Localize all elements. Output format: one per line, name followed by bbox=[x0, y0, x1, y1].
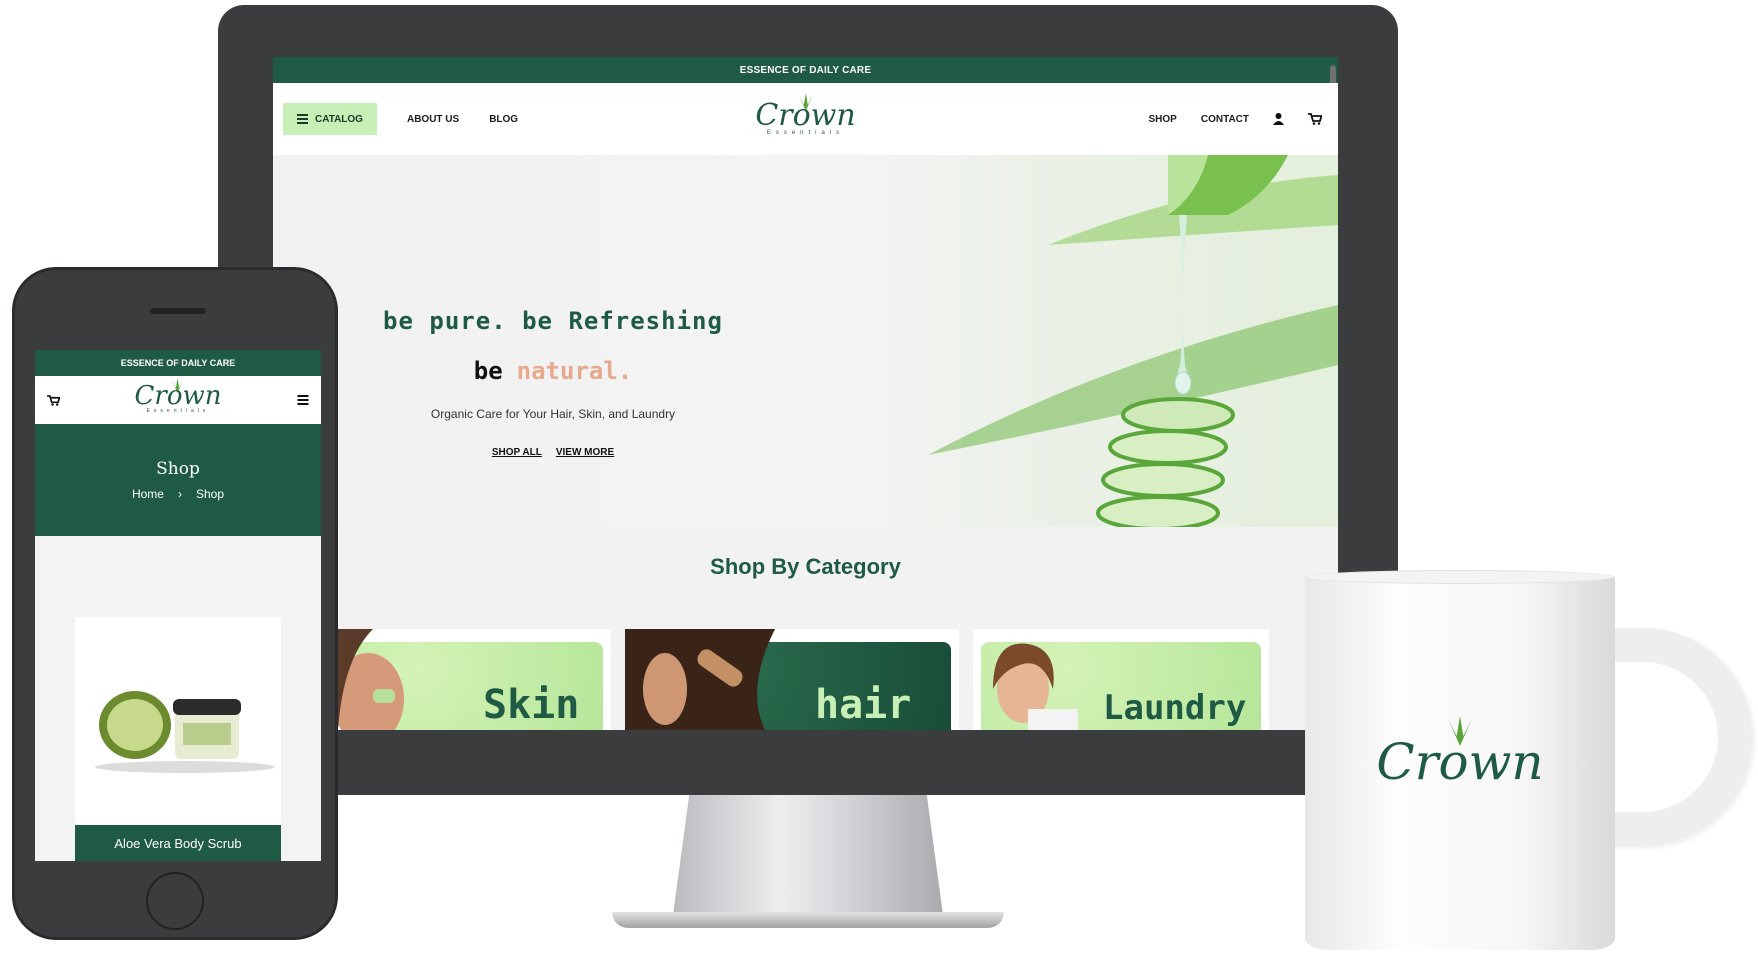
hero-headline-1: be pure. be Refreshing bbox=[383, 307, 723, 335]
hero-text: be pure. be Refreshing be natural. Organi… bbox=[368, 307, 738, 458]
monitor-base bbox=[612, 912, 1004, 928]
view-more-button[interactable]: VIEW MORE bbox=[556, 447, 614, 458]
hero-headline-2: be natural. bbox=[368, 357, 738, 385]
announcement-bar: ESSENCE OF DAILY CARE bbox=[273, 57, 1338, 83]
breadcrumb-home[interactable]: Home bbox=[132, 487, 164, 501]
hero-natural: natural. bbox=[516, 357, 633, 385]
category-card-skin[interactable]: Skin bbox=[333, 629, 611, 730]
mobile-announcement-bar: ESSENCE OF DAILY CARE bbox=[35, 350, 321, 376]
phone-frame: ESSENCE OF DAILY CARE Crown Essentials S… bbox=[12, 267, 338, 940]
hero-subtitle: Organic Care for Your Hair, Skin, and La… bbox=[430, 407, 676, 421]
mug-logo: Crown bbox=[1305, 716, 1615, 790]
phone-home-button bbox=[146, 872, 204, 930]
mobile-logo-tagline: Essentials bbox=[146, 408, 210, 414]
phone-speaker bbox=[150, 308, 206, 314]
nav-about-us[interactable]: ABOUT US bbox=[407, 114, 459, 125]
logo-word: Crown bbox=[755, 98, 856, 133]
hero-buttons: SHOP ALL VIEW MORE bbox=[368, 447, 738, 458]
nav-blog[interactable]: BLOG bbox=[489, 114, 518, 125]
monitor-frame: ESSENCE OF DAILY CARE CATALOG ABOUT US B… bbox=[218, 5, 1398, 795]
nav-right: SHOP CONTACT bbox=[1149, 83, 1322, 155]
mug-handle bbox=[1600, 628, 1752, 846]
category-label-hair: hair bbox=[815, 682, 912, 728]
nav-shop[interactable]: SHOP bbox=[1149, 114, 1177, 125]
category-label-laundry: Laundry bbox=[1103, 688, 1247, 728]
site-logo[interactable]: Crown Essentials bbox=[755, 93, 856, 136]
mobile-logo-word: Crown bbox=[134, 381, 222, 411]
page-title-band: Shop Home › Shop bbox=[35, 424, 321, 536]
user-icon[interactable] bbox=[1273, 113, 1284, 125]
nav-contact[interactable]: CONTACT bbox=[1201, 114, 1249, 125]
category-card-laundry[interactable]: Laundry bbox=[973, 629, 1269, 730]
logo-tagline: Essentials bbox=[766, 130, 845, 136]
hero-banner: be pure. be Refreshing be natural. Organi… bbox=[273, 155, 1338, 527]
category-row: Skin hair Laundry bbox=[273, 629, 1338, 730]
main-nav: CATALOG ABOUT US BLOG Crown Essentials S… bbox=[273, 83, 1338, 155]
mobile-logo[interactable]: Crown Essentials bbox=[134, 378, 222, 414]
menu-icon bbox=[297, 114, 308, 124]
cart-icon[interactable] bbox=[1308, 113, 1322, 125]
mobile-header: Crown Essentials bbox=[35, 376, 321, 424]
product-card[interactable]: Aloe Vera Body Scrub bbox=[75, 617, 281, 861]
product-jars-image bbox=[95, 691, 275, 773]
mug: Crown bbox=[1305, 570, 1615, 950]
aloe-vera-image bbox=[928, 155, 1338, 527]
woman-face-image bbox=[333, 629, 404, 730]
section-title: Shop By Category bbox=[710, 554, 901, 579]
mug-rim bbox=[1305, 570, 1615, 584]
category-card-hair[interactable]: hair bbox=[625, 629, 959, 730]
hero-be: be bbox=[473, 357, 503, 385]
woman-hair-image bbox=[625, 629, 775, 730]
breadcrumb: Home › Shop bbox=[132, 487, 224, 501]
mobile-screen: ESSENCE OF DAILY CARE Crown Essentials S… bbox=[35, 350, 321, 861]
page-title: Shop bbox=[156, 459, 200, 479]
monitor-stand bbox=[673, 795, 943, 915]
breadcrumb-separator: › bbox=[177, 487, 182, 501]
breadcrumb-current: Shop bbox=[195, 487, 225, 501]
catalog-label: CATALOG bbox=[315, 113, 363, 125]
hamburger-menu-icon[interactable] bbox=[297, 395, 309, 405]
mug-logo-word: Crown bbox=[1376, 733, 1544, 791]
woman-laundry-image bbox=[993, 643, 1078, 730]
category-label-skin: Skin bbox=[483, 682, 580, 728]
catalog-button[interactable]: CATALOG bbox=[283, 103, 377, 135]
mobile-cart-icon[interactable] bbox=[47, 394, 60, 406]
shop-all-button[interactable]: SHOP ALL bbox=[492, 447, 542, 458]
product-title: Aloe Vera Body Scrub bbox=[75, 825, 281, 861]
